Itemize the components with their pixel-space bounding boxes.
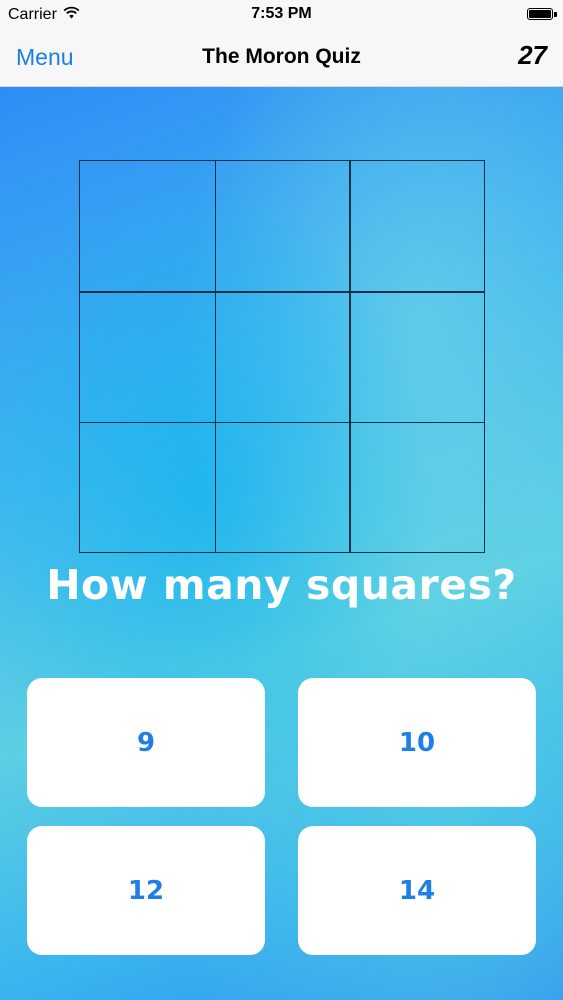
squares-grid [79,160,485,553]
status-time: 7:53 PM [251,5,312,22]
nav-bar: Menu The Moron Quiz 27 [0,30,563,87]
answer-button-2[interactable]: 10 [298,678,536,807]
page-title: The Moron Quiz [202,45,361,68]
grid-line-horizontal [80,291,484,293]
answer-button-4[interactable]: 14 [298,826,536,955]
answer-button-1[interactable]: 9 [27,678,265,807]
score-display: 27 [518,40,547,70]
grid-line-vertical [349,161,351,552]
answer-button-3[interactable]: 12 [27,826,265,955]
question-text: How many squares? [46,561,517,609]
battery-level [529,10,551,18]
status-bar: Carrier 7:53 PM [0,0,563,30]
grid-line-horizontal [80,421,484,424]
quiz-area: How many squares? 9 10 12 14 [0,87,563,1000]
grid-line-vertical [214,161,217,552]
battery-icon [527,8,557,20]
battery-tip [554,12,557,17]
